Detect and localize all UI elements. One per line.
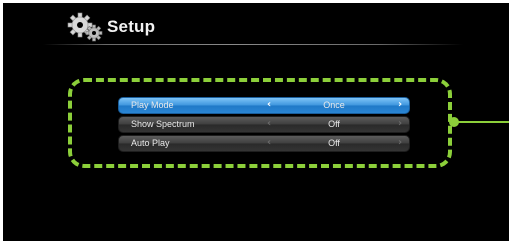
chevron-right-icon[interactable]: › [398,118,402,129]
menu-item-auto-play[interactable]: Auto Play ‹ Off › [118,135,410,152]
page-title: Setup [107,17,156,36]
menu-item-label: Auto Play [131,138,170,148]
setup-screen: Setup Play Mode ‹ Once › Show Spectrum ‹… [3,3,509,241]
menu-item-show-spectrum[interactable]: Show Spectrum ‹ Off › [118,116,410,133]
header-divider [43,44,463,45]
setup-menu: Play Mode ‹ Once › Show Spectrum ‹ Off ›… [118,97,410,154]
chevron-right-icon[interactable]: › [398,99,402,110]
gear-icon [67,11,105,43]
menu-item-play-mode[interactable]: Play Mode ‹ Once › [118,97,410,114]
header: Setup [67,11,155,43]
menu-item-value: Off [328,138,340,148]
chevron-right-icon[interactable]: › [398,137,402,148]
menu-item-label: Show Spectrum [131,119,195,129]
menu-item-value: Off [328,119,340,129]
menu-item-label: Play Mode [131,100,174,110]
menu-item-value: Once [323,100,345,110]
callout-line [456,121,509,123]
